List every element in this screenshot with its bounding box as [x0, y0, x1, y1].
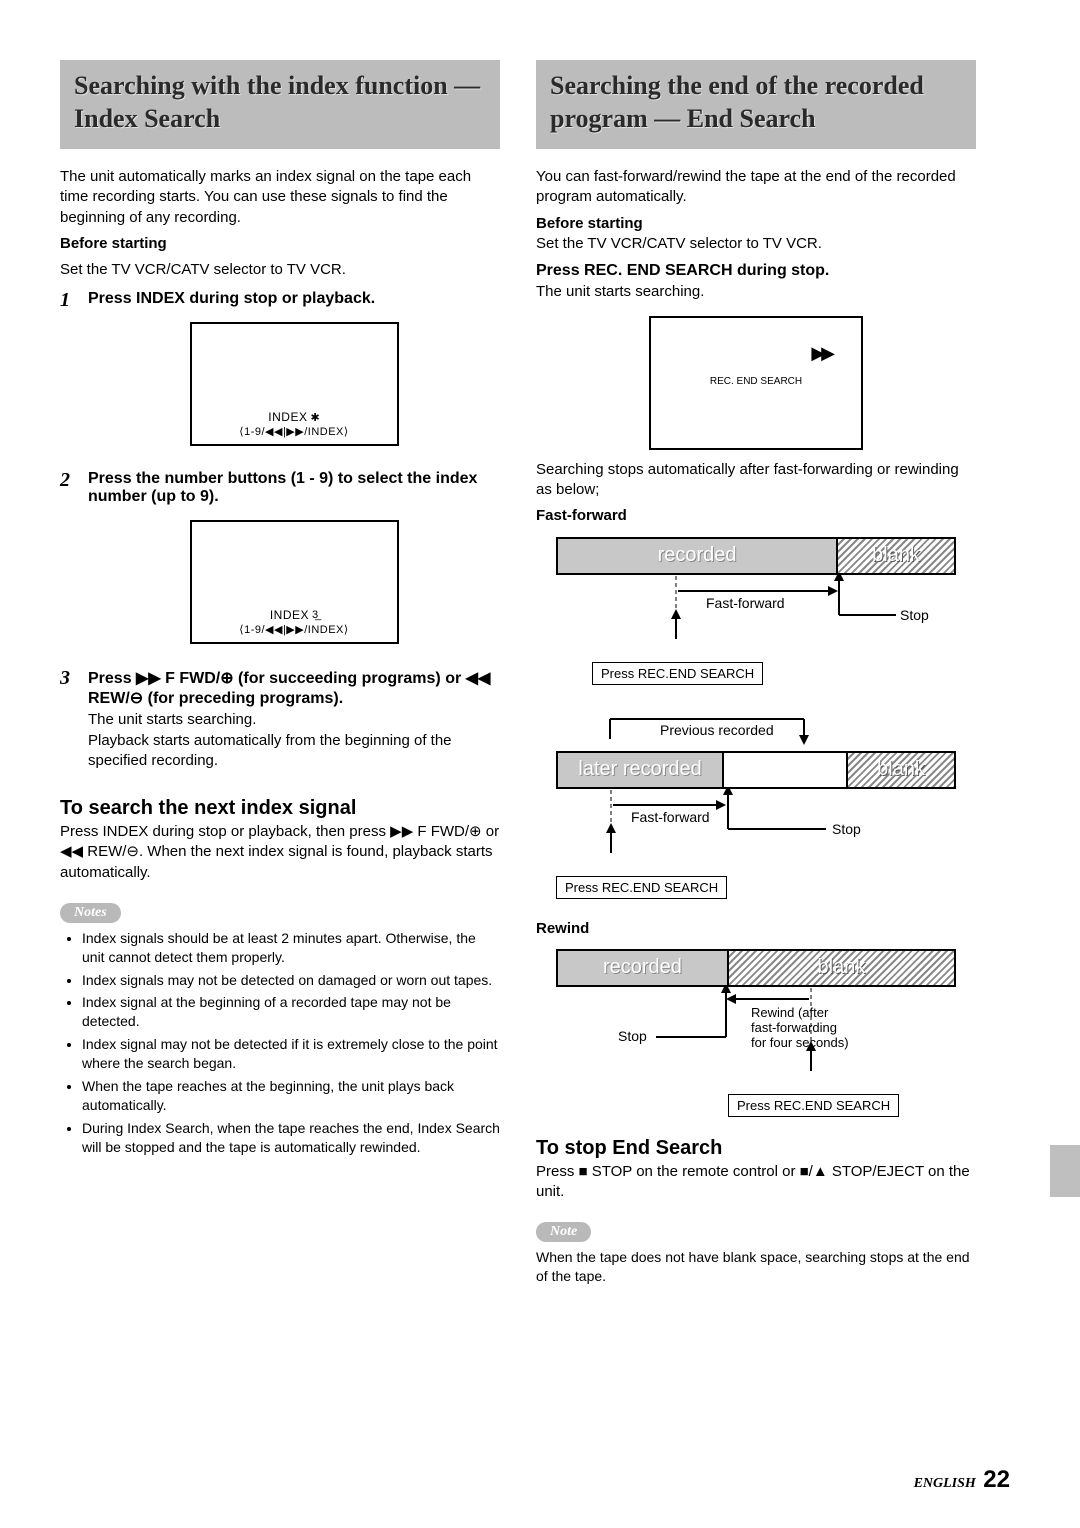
ff-diagram-1: recorded blank Fast-forward Stop Press R… — [556, 537, 956, 685]
stop-label: Stop — [832, 821, 861, 837]
lcd-index-symbol: 3̲ — [312, 609, 318, 621]
blank-segment: blank — [848, 753, 954, 787]
step-3-body: The unit starts searching. Playback star… — [88, 710, 500, 771]
press-rec-end-label: Press REC.END SEARCH — [728, 1094, 899, 1117]
before-starting-text: Set the TV VCR/CATV selector to TV VCR. — [60, 260, 500, 280]
notes-list: Index signals should be at least 2 minut… — [60, 929, 500, 1157]
index-intro: The unit automatically marks an index si… — [60, 167, 500, 228]
lcd-screen-2: INDEX 3̲ ⟨1-9/◀◀|▶▶/INDEX⟩ — [190, 520, 399, 644]
later-recorded-segment: later recorded — [558, 753, 724, 787]
index-search-heading: Searching with the index function — Inde… — [60, 60, 500, 149]
step-number: 3 — [60, 668, 78, 688]
notes-pill: Notes — [60, 903, 121, 923]
step-3: 3 Press ▶▶ F FWD/⊕ (for succeeding progr… — [60, 668, 500, 777]
step-2: 2 Press the number buttons (1 - 9) to se… — [60, 470, 500, 658]
lcd-bottom-label: ⟨1-9/◀◀|▶▶/INDEX⟩ — [192, 623, 397, 636]
press-rec-end-text: The unit starts searching. — [536, 282, 976, 302]
footer-language: ENGLISH — [914, 1476, 976, 1491]
recorded-segment: recorded — [558, 951, 729, 985]
step-1-heading: Press INDEX during stop or playback. — [88, 290, 500, 308]
note-item: Index signal may not be detected if it i… — [82, 1035, 500, 1073]
step-2-heading: Press the number buttons (1 - 9) to sele… — [88, 470, 500, 506]
single-note-text: When the tape does not have blank space,… — [536, 1248, 976, 1286]
right-column: Searching the end of the recorded progra… — [536, 60, 976, 1488]
rec-end-search-label: REC. END SEARCH — [651, 376, 861, 387]
fast-forward-arrow-label: Fast-forward — [706, 595, 785, 611]
step-number: 2 — [60, 470, 78, 490]
ff-diagram-2: Previous recorded later recorded blank F… — [556, 709, 956, 899]
stop-end-search-text: Press ■ STOP on the remote control or ■/… — [536, 1162, 976, 1203]
gap-segment — [724, 753, 848, 787]
note-item: During Index Search, when the tape reach… — [82, 1119, 500, 1157]
before-starting-heading: Before starting — [60, 234, 500, 254]
recorded-segment: recorded — [558, 539, 838, 573]
end-search-intro: You can fast-forward/rewind the tape at … — [536, 167, 976, 208]
after-search-text: Searching stops automatically after fast… — [536, 460, 976, 501]
fast-forward-heading: Fast-forward — [536, 506, 976, 526]
stop-end-search-heading: To stop End Search — [536, 1137, 976, 1160]
page-footer: ENGLISH 22 — [914, 1466, 1010, 1494]
note-item: When the tape reaches at the beginning, … — [82, 1077, 500, 1115]
stop-label: Stop — [618, 1028, 647, 1044]
end-search-display: ▶▶ REC. END SEARCH — [649, 316, 863, 450]
side-tab — [1050, 1145, 1080, 1197]
footer-page-number: 22 — [983, 1466, 1010, 1493]
stop-label: Stop — [900, 607, 929, 623]
lcd-index-symbol: ✱ — [310, 411, 319, 424]
next-index-text: Press INDEX during stop or playback, the… — [60, 822, 500, 883]
press-rec-end-heading: Press REC. END SEARCH during stop. — [536, 260, 976, 282]
next-index-heading: To search the next index signal — [60, 797, 500, 820]
lcd-bottom-label: ⟨1-9/◀◀|▶▶/INDEX⟩ — [192, 425, 397, 438]
step-3-heading: Press ▶▶ F FWD/⊕ (for succeeding program… — [88, 668, 500, 708]
note-item: Index signals may not be detected on dam… — [82, 971, 500, 990]
blank-segment: blank — [838, 539, 954, 573]
rewind-diagram: recorded blank Stop Rewind (after — [556, 949, 956, 1117]
note-item: Index signals should be at least 2 minut… — [82, 929, 500, 967]
lcd-screen-1: INDEX ✱ ⟨1-9/◀◀|▶▶/INDEX⟩ — [190, 322, 399, 446]
left-column: Searching with the index function — Inde… — [60, 60, 500, 1488]
step-1: 1 Press INDEX during stop or playback. I… — [60, 290, 500, 460]
press-rec-end-label: Press REC.END SEARCH — [592, 662, 763, 685]
blank-segment: blank — [729, 951, 954, 985]
previous-recorded-label: Previous recorded — [660, 722, 774, 738]
press-rec-end-label: Press REC.END SEARCH — [556, 876, 727, 899]
note-pill: Note — [536, 1222, 591, 1242]
fast-forward-arrow-label: Fast-forward — [631, 809, 710, 825]
step-number: 1 — [60, 290, 78, 310]
before-starting-text: Set the TV VCR/CATV selector to TV VCR. — [536, 234, 976, 254]
end-search-heading: Searching the end of the recorded progra… — [536, 60, 976, 149]
lcd-index-label: INDEX — [270, 608, 309, 622]
rewind-after-label: Rewind (after fast-forwarding for four s… — [751, 1005, 849, 1050]
fast-forward-icon: ▶▶ — [811, 343, 831, 364]
lcd-index-label: INDEX — [268, 410, 307, 424]
note-item: Index signal at the beginning of a recor… — [82, 993, 500, 1031]
before-starting-heading: Before starting — [536, 214, 976, 234]
rewind-heading: Rewind — [536, 919, 976, 939]
